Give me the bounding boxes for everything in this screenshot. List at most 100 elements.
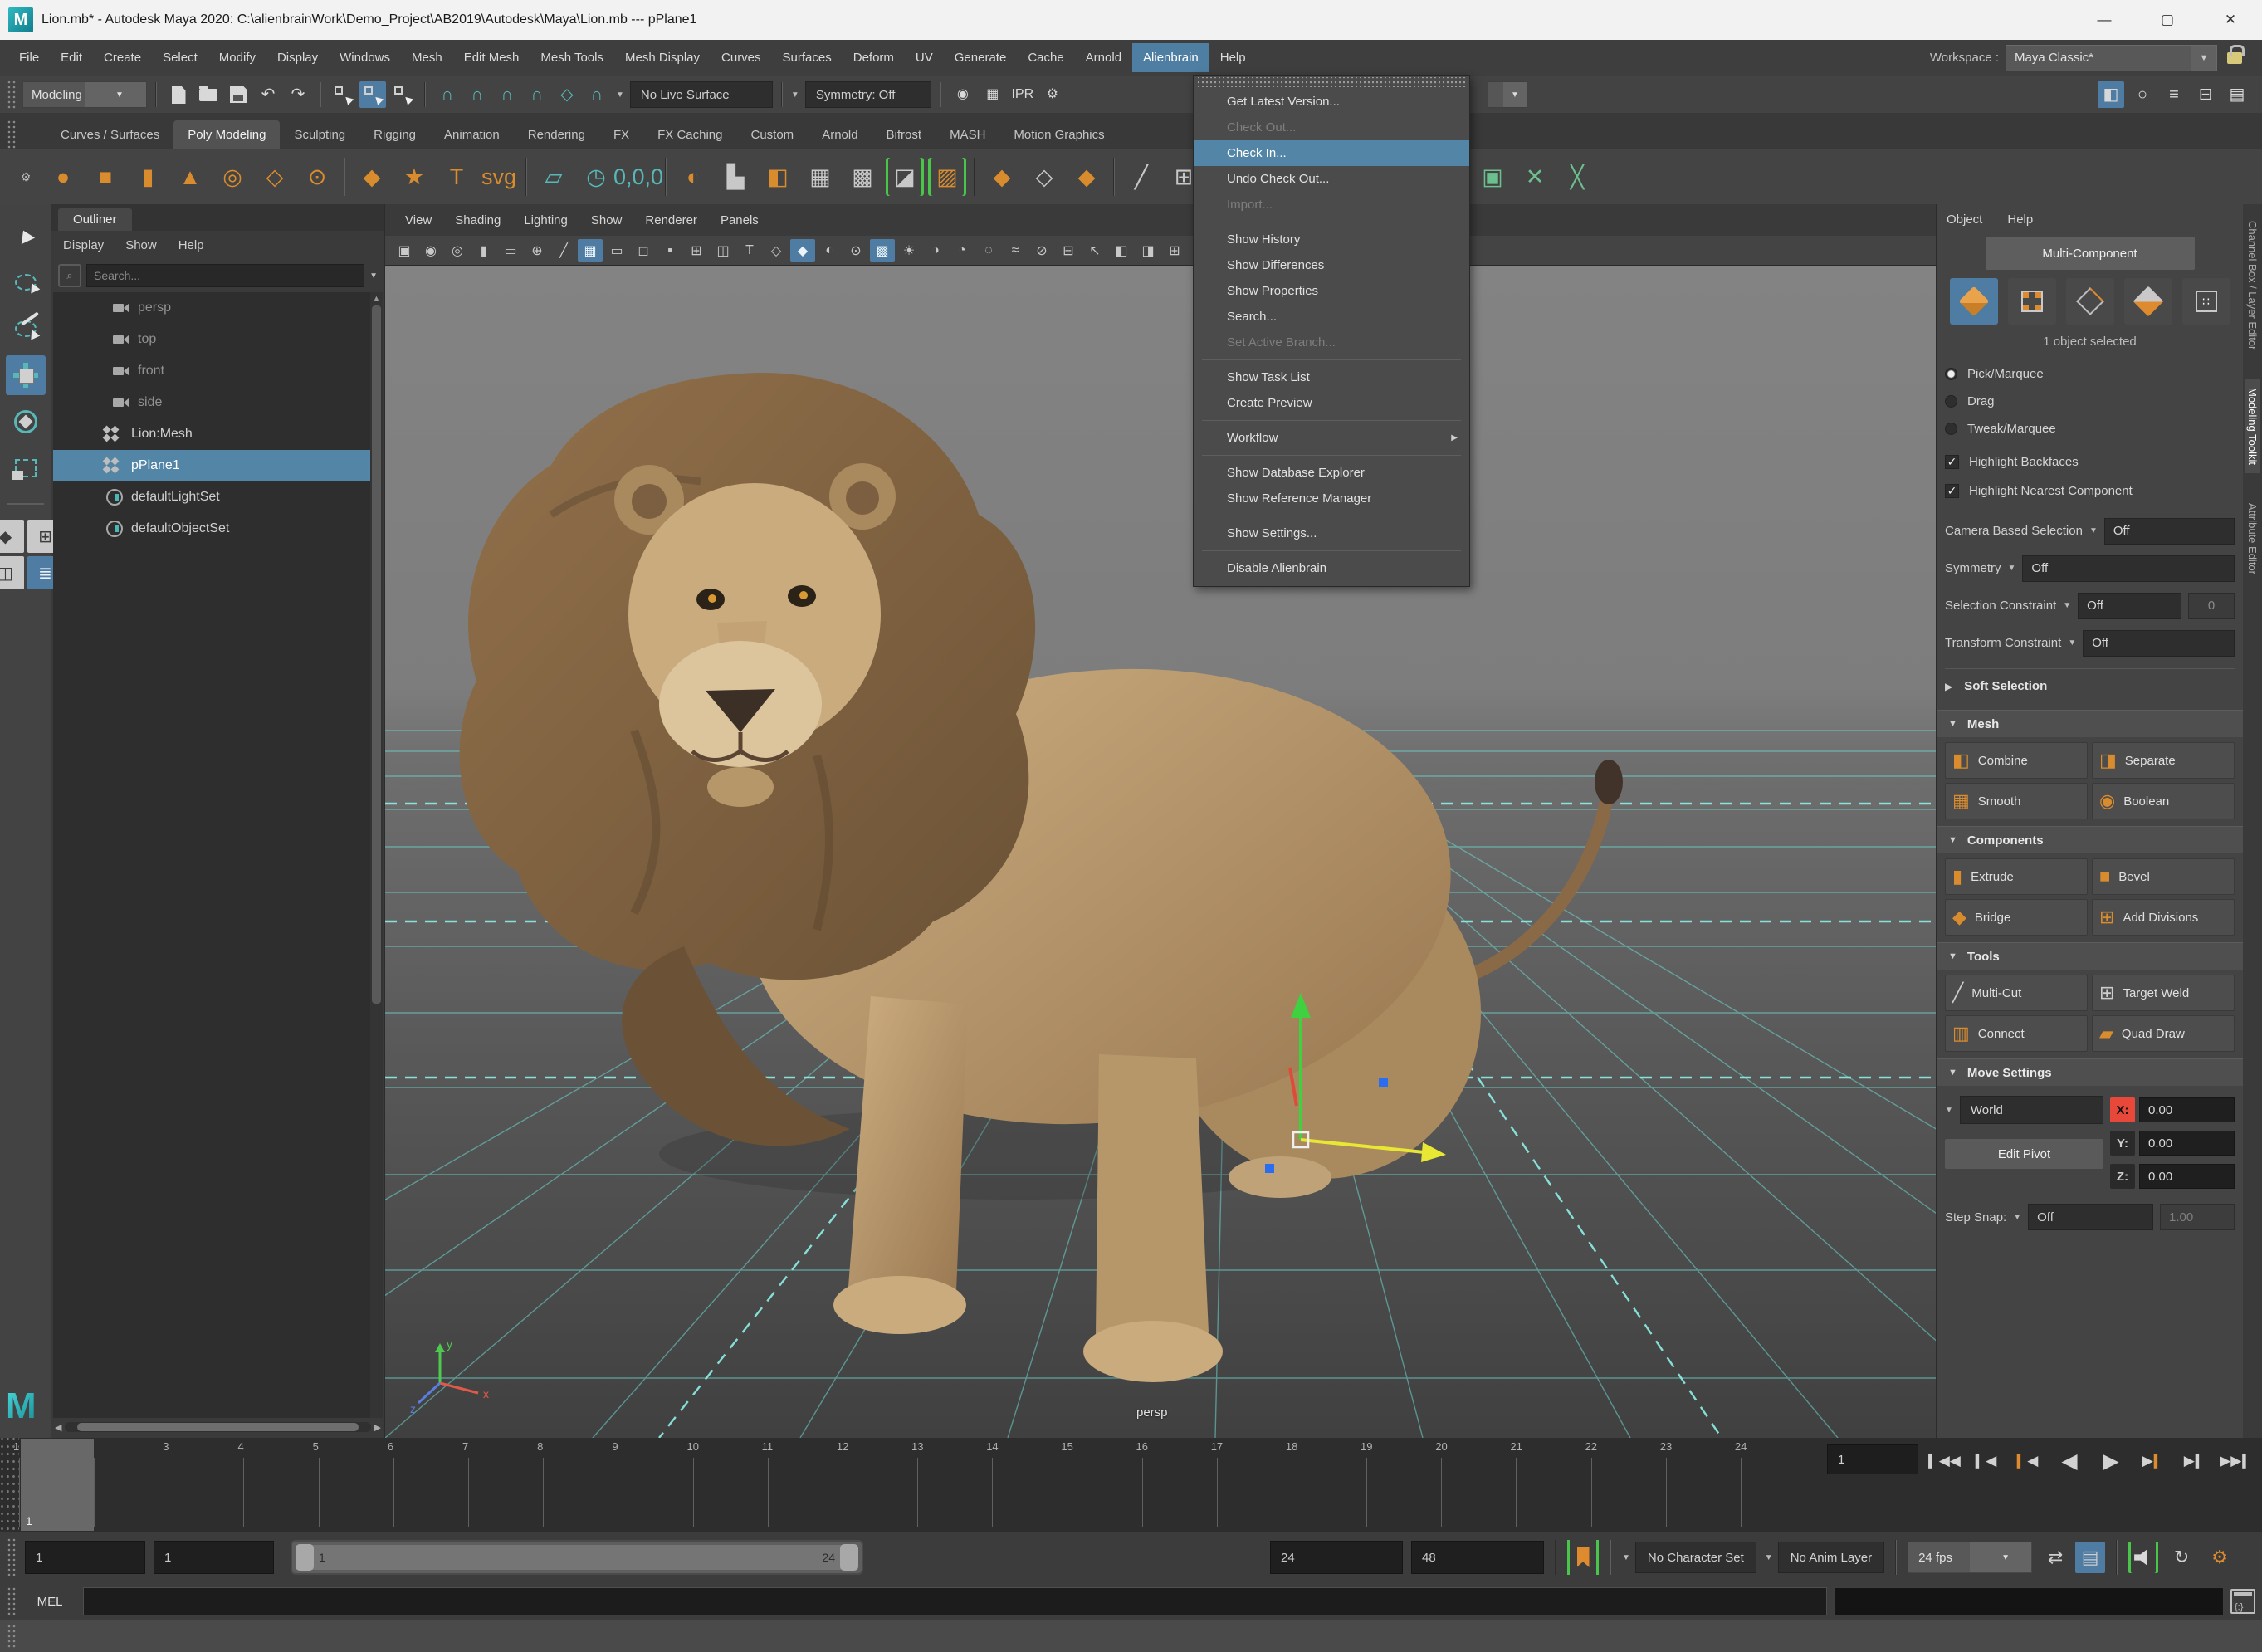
evaluation-mode-icon[interactable]: ↻ [2167, 1542, 2196, 1573]
frame-tick[interactable]: 20 [1441, 1438, 1516, 1532]
anim-layer-dropdown[interactable]: No Anim Layer [1778, 1542, 1884, 1573]
viewport-menu-item[interactable]: Panels [711, 208, 769, 232]
alienbrain-menu-item[interactable]: Show Reference Manager [1194, 486, 1469, 511]
scroll-up-icon[interactable]: ▲ [370, 294, 383, 302]
outliner-tab[interactable]: Outliner [58, 208, 132, 231]
step-forward-frame-button[interactable]: ▶▍ [2176, 1444, 2212, 1478]
toolkit-button[interactable]: ▥Connect [1945, 1015, 2088, 1052]
current-frame-marker[interactable]: 1 [21, 1439, 94, 1531]
grip-handle[interactable] [7, 1537, 17, 1577]
animation-start-field[interactable]: 1 [25, 1541, 145, 1574]
make-live-icon[interactable]: ∩ [584, 81, 610, 108]
menu-item[interactable]: Select [152, 43, 208, 72]
viewport-menu-item[interactable]: Renderer [635, 208, 707, 232]
render-settings-icon[interactable]: ⚙ [1039, 81, 1066, 108]
mesh-section-header[interactable]: ▼ Mesh [1937, 710, 2243, 737]
input-field-dropdown[interactable]: ▼ [1488, 81, 1527, 108]
poly-sphere-icon[interactable]: ● [44, 158, 82, 196]
outliner-item[interactable]: top [53, 324, 383, 355]
panel-menu-item[interactable]: Help [2007, 213, 2033, 227]
smooth-proxy-icon[interactable]: ◆ [983, 158, 1021, 196]
snap-to-grid-icon[interactable]: ∩ [434, 81, 461, 108]
pane-layout-quad-icon[interactable]: ⊞ [1162, 239, 1187, 262]
frame-tick[interactable]: 9 [618, 1438, 692, 1532]
workspace-dropdown[interactable]: Maya Classic* ▼ [2006, 45, 2217, 71]
range-track[interactable] [297, 1545, 857, 1570]
sidebar-tab[interactable]: Attribute Editor [2245, 495, 2260, 583]
snap-to-point-icon[interactable]: ∩ [494, 81, 520, 108]
poly-disc-icon[interactable]: ⊙ [298, 158, 336, 196]
shelf-tab[interactable]: Motion Graphics [999, 120, 1118, 149]
smooth-shade-icon[interactable]: ◆ [790, 239, 815, 262]
frame-tick[interactable]: 5 [319, 1438, 393, 1532]
frame-tick[interactable]: 3 [169, 1438, 243, 1532]
search-input[interactable] [86, 264, 364, 287]
radio-option[interactable]: Drag [1945, 388, 2235, 415]
face-mode-button[interactable] [2124, 278, 2172, 325]
alienbrain-menu-item[interactable]: Get Latest Version... [1194, 89, 1469, 115]
move-tool[interactable] [6, 355, 46, 395]
bookmark-icon[interactable]: ▮ [471, 239, 496, 262]
go-to-end-button[interactable]: ▶▶▍ [2217, 1444, 2254, 1478]
checkbox-icon[interactable]: ✓ [1945, 455, 1959, 469]
uv-cut-sew-icon[interactable]: ╳ [1558, 158, 1596, 196]
scale-tool[interactable] [6, 448, 46, 488]
alienbrain-menu-item[interactable]: Show Settings... [1194, 521, 1469, 546]
combine-icon[interactable]: ▙ [716, 158, 755, 196]
lasso-select-tool[interactable] [6, 262, 46, 302]
range-start-handle[interactable] [296, 1544, 314, 1571]
extra-field[interactable]: 0 [2188, 593, 2235, 619]
snap-to-view-plane-icon[interactable]: ◇ [554, 81, 580, 108]
animation-preferences-icon[interactable]: ⚙ [2205, 1542, 2235, 1573]
horizontal-scrollbar[interactable]: ◀ ▶ [55, 1420, 381, 1435]
symmetry-field[interactable]: Symmetry: Off [805, 81, 931, 108]
animation-end-field[interactable]: 48 [1411, 1541, 1544, 1574]
wireframe-icon[interactable]: ◇ [764, 239, 789, 262]
outliner-item[interactable]: Lion:Mesh [53, 418, 383, 450]
vertex-mode-button[interactable] [2008, 278, 2056, 325]
step-back-frame-button[interactable]: ▍◀ [1968, 1444, 2005, 1478]
outliner-menu-item[interactable]: Display [63, 238, 104, 252]
outliner-item[interactable]: defaultObjectSet [53, 513, 383, 545]
go-to-start-button[interactable]: ▍◀◀ [1927, 1444, 1963, 1478]
components-section-header[interactable]: ▼ Components [1937, 826, 2243, 853]
grip-handle[interactable] [7, 80, 17, 109]
menu-item[interactable]: Edit Mesh [453, 43, 530, 72]
chevron-down-icon[interactable]: ▼ [2063, 601, 2071, 610]
toolkit-button[interactable]: ◆Bridge [1945, 899, 2088, 936]
frame-tick[interactable]: 13 [917, 1438, 992, 1532]
outliner-item[interactable]: front [53, 355, 383, 387]
field-chart-icon[interactable]: ⊞ [684, 239, 709, 262]
chevron-down-icon[interactable]: ▼ [1945, 1106, 1953, 1115]
menu-item[interactable]: File [8, 43, 50, 72]
undo-icon[interactable]: ↶ [255, 81, 281, 108]
command-language-toggle[interactable]: MEL [23, 1595, 76, 1609]
viewport-menu-item[interactable]: Shading [445, 208, 511, 232]
mute-audio-icon[interactable] [2128, 1542, 2158, 1573]
render-region-icon[interactable]: ▦ [980, 81, 1006, 108]
safe-action-icon[interactable]: ◫ [711, 239, 735, 262]
playblast-icon[interactable]: ▤ [2075, 1542, 2105, 1573]
playback-loop-icon[interactable]: ⇄ [2040, 1542, 2070, 1573]
grip-handle[interactable] [7, 120, 17, 149]
chevron-down-icon[interactable]: ▼ [2068, 638, 2076, 648]
outliner-menu-item[interactable]: Show [125, 238, 157, 252]
menu-item[interactable]: Deform [843, 43, 905, 72]
platonic-solid-icon[interactable]: ◆ [353, 158, 391, 196]
lock-camera-icon[interactable]: ◉ [418, 239, 443, 262]
value-field[interactable]: Off [2022, 555, 2235, 582]
outliner-item[interactable]: pPlane1 [53, 450, 383, 481]
chevron-down-icon[interactable]: ▼ [791, 90, 799, 100]
panel-menu-item[interactable]: Object [1947, 213, 1982, 227]
menu-item[interactable]: Surfaces [772, 43, 843, 72]
select-tool[interactable] [6, 216, 46, 256]
shelf-options-icon[interactable]: ⚙ [12, 170, 40, 184]
resolution-gate-icon[interactable]: ◻ [631, 239, 656, 262]
frame-tick[interactable]: 21 [1516, 1438, 1590, 1532]
mirror-geometry-icon[interactable]: ◐ [674, 158, 712, 196]
object-mode-button[interactable] [1950, 278, 1998, 325]
bounding-box-icon[interactable]: ⊙ [843, 239, 868, 262]
axis-value-field[interactable]: 0.00 [2139, 1097, 2235, 1122]
select-hierarchy-icon[interactable] [330, 81, 356, 108]
move-manipulator[interactable] [385, 266, 1936, 1438]
